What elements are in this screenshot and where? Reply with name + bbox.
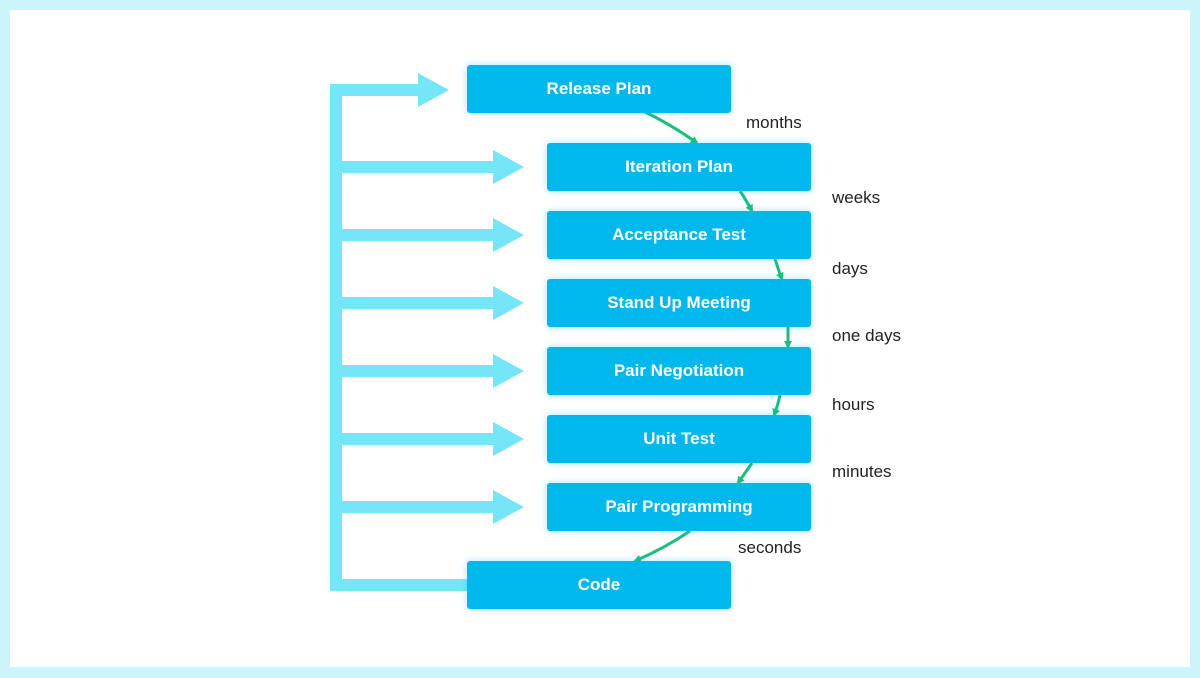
feedback-bar (342, 297, 497, 309)
step-box-pair-negotiation: Pair Negotiation (547, 347, 811, 395)
step-box-code: Code (467, 561, 731, 609)
feedback-bar-release (330, 84, 422, 96)
step-box-iteration-plan: Iteration Plan (547, 143, 811, 191)
feedback-bar (342, 365, 497, 377)
feedback-bar (342, 433, 497, 445)
feedback-arrowhead (493, 422, 524, 456)
interval-label: days (832, 259, 868, 278)
step-box-acceptance-test: Acceptance Test (547, 211, 811, 259)
step-box-unit-test: Unit Test (547, 415, 811, 463)
interval-label: weeks (832, 188, 881, 207)
feedback-arrowhead (493, 150, 524, 184)
interval-label: one days (832, 326, 901, 345)
interval-label: seconds (738, 538, 802, 557)
feedback-bar (342, 229, 497, 241)
interval-label: months (746, 113, 802, 132)
flow-arrow (738, 190, 754, 213)
feedback-arrowhead (493, 286, 524, 320)
flow-arrow (736, 462, 754, 485)
flow-arrow (773, 258, 784, 281)
flow-arrow (772, 394, 782, 417)
feedback-arrowhead (493, 490, 524, 524)
feedback-loop (330, 73, 467, 591)
flow-arrow (644, 110, 699, 145)
step-box-pair-programming: Pair Programming (547, 483, 811, 531)
step-box-release-plan: Release Plan (467, 65, 731, 113)
feedback-arrowhead (493, 218, 524, 252)
feedback-bar (342, 501, 497, 513)
feedback-vertical-bar (330, 84, 342, 591)
feedback-arrowhead (493, 354, 524, 388)
feedback-bottom-bar (330, 579, 467, 591)
flow-arrow (633, 529, 691, 563)
step-box-stand-up-meeting: Stand Up Meeting (547, 279, 811, 327)
interval-label: hours (832, 395, 875, 414)
interval-label: minutes (832, 462, 892, 481)
feedback-bar (342, 161, 497, 173)
feedback-arrowhead-release (418, 73, 449, 107)
